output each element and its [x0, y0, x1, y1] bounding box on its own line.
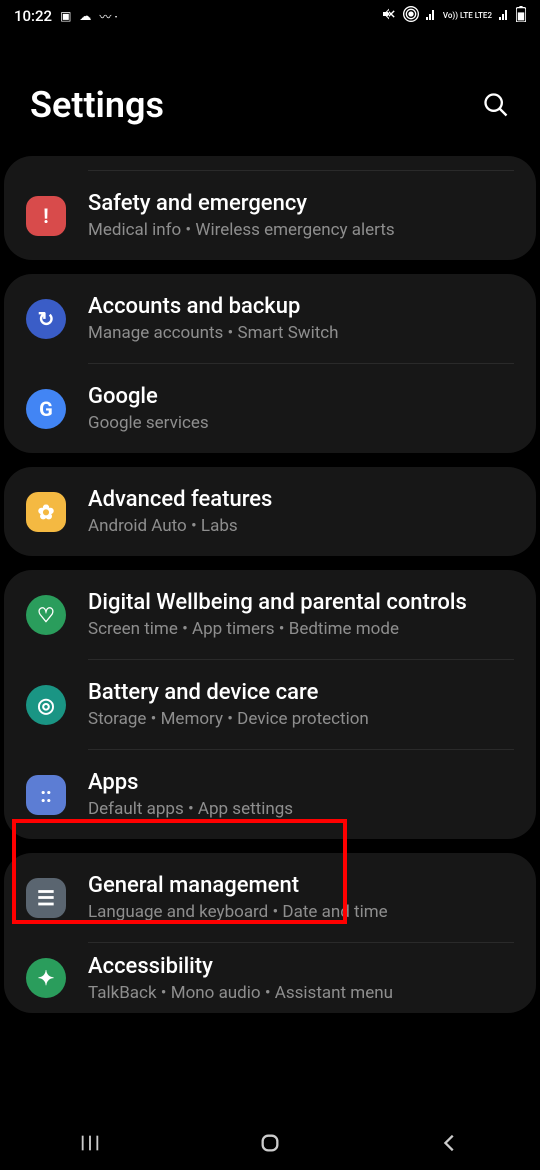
item-subtitle: TalkBack • Mono audio • Assistant menu [88, 983, 514, 1003]
mute-icon [381, 6, 397, 26]
item-text: Accounts and backup Manage accounts • Sma… [88, 294, 514, 343]
safety-icon: ! [26, 196, 66, 236]
page-title: Settings [30, 84, 164, 126]
hotspot-icon [403, 6, 419, 26]
more-icon: 〰 · [99, 8, 117, 25]
back-icon [439, 1132, 461, 1154]
settings-item-wellbeing[interactable]: ♡ Digital Wellbeing and parental controls… [4, 570, 536, 659]
wellbeing-icon: ♡ [26, 595, 66, 635]
item-subtitle: Android Auto • Labs [88, 516, 514, 536]
status-time: 10:22 [14, 7, 52, 25]
settings-item-google[interactable]: G Google Google services [4, 364, 536, 453]
item-text: Apps Default apps • App settings [88, 770, 514, 819]
item-subtitle: Google services [88, 413, 514, 433]
back-button[interactable] [437, 1130, 463, 1156]
item-text: Battery and device care Storage • Memory … [88, 680, 514, 729]
settings-group: ! Safety and emergency Medical info • Wire… [4, 156, 536, 260]
item-title: Accounts and backup [88, 294, 514, 319]
recents-button[interactable] [77, 1130, 103, 1156]
item-title: Accessibility [88, 954, 514, 979]
google-icon: G [26, 389, 66, 429]
header: Settings [0, 32, 540, 156]
item-subtitle: Manage accounts • Smart Switch [88, 323, 514, 343]
settings-item-safety[interactable]: ! Safety and emergency Medical info • Wire… [4, 171, 536, 260]
signal-icon-1 [425, 7, 437, 25]
search-button[interactable] [482, 91, 510, 119]
item-title: Google [88, 384, 514, 409]
settings-item-battery[interactable]: ◎ Battery and device care Storage • Memory… [4, 660, 536, 749]
settings-group: ↻ Accounts and backup Manage accounts • Sm… [4, 274, 536, 453]
settings-item-accounts[interactable]: ↻ Accounts and backup Manage accounts • Sm… [4, 274, 536, 363]
home-icon [259, 1132, 281, 1154]
item-text: Advanced features Android Auto • Labs [88, 487, 514, 536]
battery-icon: ◎ [26, 685, 66, 725]
item-title: Safety and emergency [88, 191, 514, 216]
accessibility-icon: ✦ [26, 958, 66, 998]
status-right: Vo)) LTE LTE2 [381, 6, 526, 26]
item-subtitle: Screen time • App timers • Bedtime mode [88, 619, 514, 639]
network-label: Vo)) LTE LTE2 [443, 12, 492, 20]
item-text: Google Google services [88, 384, 514, 433]
item-text: Safety and emergency Medical info • Wirel… [88, 191, 514, 240]
apps-icon: :: [26, 775, 66, 815]
item-title: Advanced features [88, 487, 514, 512]
navigation-bar [0, 1116, 540, 1170]
advanced-icon: ✿ [26, 492, 66, 532]
item-subtitle: Default apps • App settings [88, 799, 514, 819]
settings-item-advanced[interactable]: ✿ Advanced features Android Auto • Labs [4, 467, 536, 556]
item-text: Digital Wellbeing and parental controls S… [88, 590, 514, 639]
home-button[interactable] [257, 1130, 283, 1156]
weather-icon: ☁ [79, 9, 91, 23]
highlight-annotation [12, 819, 347, 924]
status-left: 10:22 ▣ ☁ 〰 · [14, 7, 118, 25]
item-title: Digital Wellbeing and parental controls [88, 590, 514, 615]
settings-group: ♡ Digital Wellbeing and parental controls… [4, 570, 536, 839]
item-text: Accessibility TalkBack • Mono audio • Ass… [88, 954, 514, 1003]
settings-item-accessibility[interactable]: ✦ Accessibility TalkBack • Mono audio • As… [4, 943, 536, 1013]
search-icon [482, 91, 510, 119]
item-subtitle: Medical info • Wireless emergency alerts [88, 220, 514, 240]
item-subtitle: Storage • Memory • Device protection [88, 709, 514, 729]
gallery-icon: ▣ [60, 9, 71, 23]
accounts-icon: ↻ [26, 299, 66, 339]
item-title: Apps [88, 770, 514, 795]
recents-icon [79, 1132, 101, 1154]
battery-icon [516, 6, 526, 26]
item-title: Battery and device care [88, 680, 514, 705]
signal-icon-2 [498, 7, 510, 25]
status-bar: 10:22 ▣ ☁ 〰 · Vo)) LTE LTE2 [0, 0, 540, 32]
settings-group: ✿ Advanced features Android Auto • Labs [4, 467, 536, 556]
